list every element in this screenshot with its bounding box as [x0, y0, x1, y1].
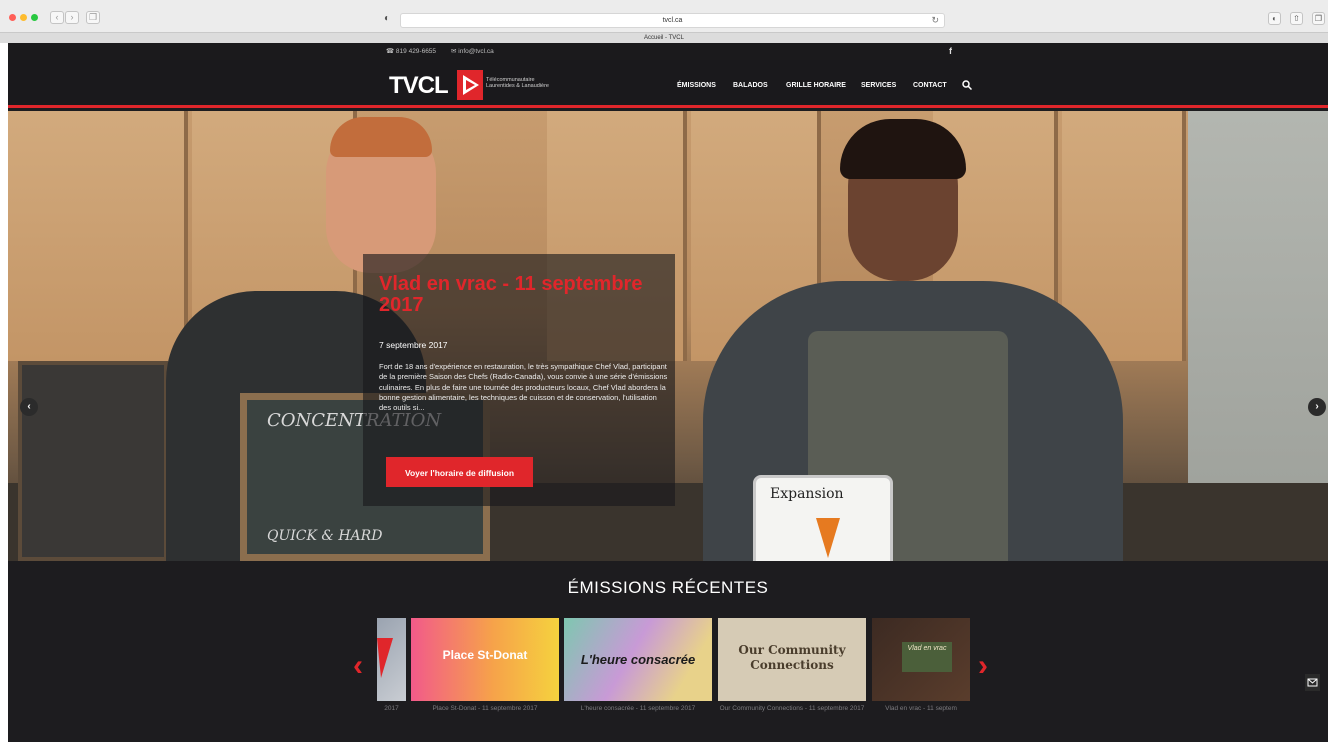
- facebook-icon[interactable]: f: [949, 46, 952, 56]
- slide-title[interactable]: Vlad en vrac - 11 septembre 2017: [379, 274, 664, 316]
- cabinet-panel: [8, 111, 188, 361]
- nav-contact[interactable]: CONTACT: [913, 82, 947, 89]
- sidebar-toggle-button[interactable]: ❐: [86, 11, 100, 24]
- show-caption[interactable]: Our Community Connections - 11 septembre…: [718, 704, 866, 713]
- phone-number: 819 429-6655: [395, 48, 437, 55]
- slide-date: 7 septembre 2017: [379, 340, 448, 350]
- show-caption[interactable]: L'heure consacrée - 11 septembre 2017: [564, 704, 712, 713]
- show-caption[interactable]: Vlad en vrac - 11 septem: [872, 704, 970, 713]
- slider-next-button[interactable]: ›: [1308, 398, 1326, 416]
- mail-icon: ✉: [451, 48, 457, 55]
- recent-shows-section: ÉMISSIONS RÉCENTES ‹ › Place St-Donat L'…: [8, 561, 1328, 742]
- web-page: ☎ 819 429-6655 ✉ info@tvcl.ca f TVCL Tél…: [8, 43, 1328, 742]
- whiteboard-text: Expansion: [770, 486, 844, 502]
- logo[interactable]: TVCL: [389, 72, 449, 100]
- reload-icon[interactable]: ↻: [931, 14, 939, 27]
- browser-chrome: ‹ › ❐ ◐ tvcl.ca ↻ ◐ ⇧ ❐ Accueil - TVCL: [0, 0, 1328, 43]
- minimize-window-button[interactable]: [20, 14, 27, 21]
- carousel-next-arrow[interactable]: ›: [978, 649, 988, 683]
- thumbnail-title: Place St-Donat: [442, 648, 528, 662]
- phone-contact[interactable]: ☎ 819 429-6655: [386, 47, 436, 55]
- person-left-hair: [330, 117, 432, 157]
- tab-active[interactable]: Accueil - TVCL: [0, 32, 1328, 43]
- fish-poster: [18, 361, 168, 561]
- thumbnail-title: Our Community Connections: [738, 643, 846, 672]
- close-window-button[interactable]: [9, 14, 16, 21]
- tab-title: Accueil - TVCL: [644, 35, 684, 41]
- address-bar[interactable]: tvcl.ca ↻: [400, 13, 945, 28]
- tabs-icon[interactable]: ❐: [1312, 12, 1325, 25]
- carousel-prev-arrow[interactable]: ‹: [353, 649, 363, 683]
- contact-bar: ☎ 819 429-6655 ✉ info@tvcl.ca f: [8, 43, 1328, 60]
- show-caption[interactable]: 2017: [377, 704, 406, 713]
- show-caption[interactable]: Place St-Donat - 11 septembre 2017: [411, 704, 559, 713]
- nav-balados[interactable]: BALADOS: [733, 82, 768, 89]
- forward-button[interactable]: ›: [65, 11, 79, 24]
- thumbnail-title: L'heure consacrée: [580, 652, 696, 667]
- hero-slider: CONCENTRATION QUICK & HARD Expansion Vla…: [8, 111, 1328, 561]
- envelope-graphic: [1307, 678, 1318, 687]
- section-title: ÉMISSIONS RÉCENTES: [567, 578, 769, 597]
- show-thumbnail[interactable]: Our Community Connections: [718, 618, 866, 701]
- nav-grille-horaire[interactable]: GRILLE HORAIRE: [786, 82, 846, 89]
- show-thumbnail[interactable]: [377, 618, 406, 701]
- url-text: tvcl.ca: [662, 17, 683, 24]
- site-header: TVCL Télécommunautaire Laurentides & Lan…: [8, 60, 1328, 108]
- extension-icon[interactable]: ◐: [1268, 12, 1281, 25]
- zoom-window-button[interactable]: [31, 14, 38, 21]
- logo-subtitle: Télécommunautaire Laurentides & Lanaudiè…: [486, 77, 549, 89]
- share-icon[interactable]: ⇧: [1290, 12, 1303, 25]
- slide-caption-box: Vlad en vrac - 11 septembre 2017 7 septe…: [363, 254, 675, 506]
- whiteboard: Expansion: [753, 475, 893, 561]
- mail-icon[interactable]: [1305, 674, 1320, 691]
- chalkboard-text-2: QUICK & HARD: [267, 528, 383, 544]
- thumbnail-graphic: [377, 638, 393, 678]
- carrot-drawing: [816, 518, 840, 558]
- nav-services[interactable]: SERVICES: [861, 82, 896, 89]
- schedule-button[interactable]: Voyer l'horaire de diffusion: [386, 457, 533, 487]
- email-contact[interactable]: ✉ info@tvcl.ca: [451, 47, 494, 55]
- show-thumbnail[interactable]: L'heure consacrée: [564, 618, 712, 701]
- thumbnail-title: Vlad en vrac: [902, 642, 952, 672]
- search-icon[interactable]: [962, 80, 972, 90]
- show-thumbnail[interactable]: Vlad en vrac: [872, 618, 970, 701]
- show-thumbnail[interactable]: Place St-Donat: [411, 618, 559, 701]
- slide-description: Fort de 18 ans d'expérience en restaurat…: [379, 362, 668, 413]
- logo-play-icon: [457, 70, 483, 100]
- email-address: info@tvcl.ca: [458, 48, 494, 55]
- slider-prev-button[interactable]: ‹: [20, 398, 38, 416]
- nav-emissions[interactable]: ÉMISSIONS: [677, 82, 716, 89]
- back-button[interactable]: ‹: [50, 11, 64, 24]
- phone-icon: ☎: [386, 48, 395, 55]
- privacy-icon[interactable]: ◐: [384, 13, 390, 24]
